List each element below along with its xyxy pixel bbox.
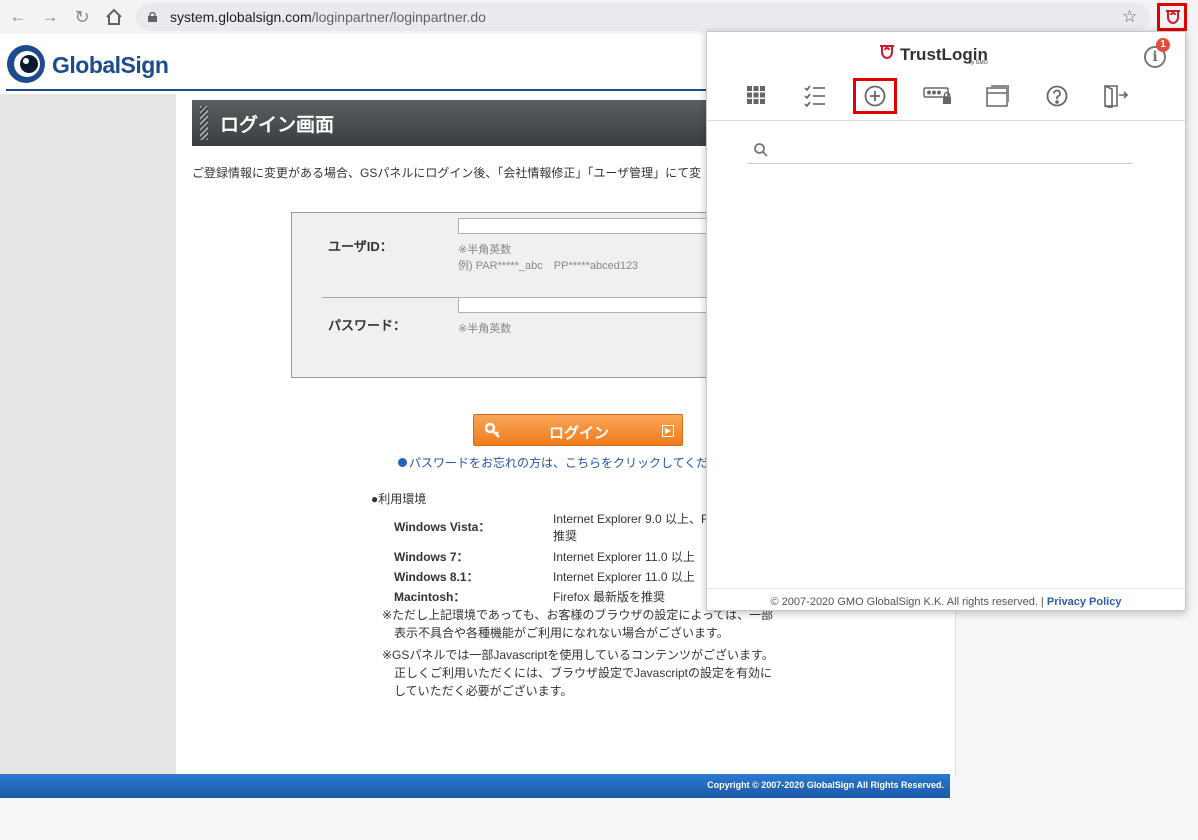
left-sidebar	[0, 94, 176, 776]
arrow-right-icon: ▶	[662, 425, 674, 437]
user-id-example: 例) PAR*****_abc PP*****abced123	[458, 260, 639, 272]
user-id-hint: ※半角英数	[458, 244, 512, 256]
popup-footer-copyright: © 2007-2020 GMO GlobalSign K.K. All righ…	[770, 596, 1047, 608]
apps-grid-icon[interactable]	[735, 78, 779, 114]
env-browser-win7: Internet Explorer 11.0 以上	[553, 550, 695, 564]
login-button-label: ログイン	[548, 425, 609, 442]
reload-icon[interactable]: ↻	[70, 5, 94, 29]
env-os-win7: Windows 7：	[394, 550, 469, 564]
page-title: ログイン画面	[220, 115, 335, 136]
address-bar[interactable]: system.globalsign.com/loginpartner/login…	[136, 3, 1150, 31]
title-bar: ログイン画面	[192, 100, 712, 146]
env-browser-mac: Firefox 最新版を推奨	[553, 590, 666, 604]
window-icon[interactable]	[975, 78, 1019, 114]
back-arrow-icon[interactable]: ←	[6, 5, 30, 29]
search-icon	[754, 143, 768, 157]
trustlogin-logo-icon	[880, 45, 894, 59]
env-browser-win81: Internet Explorer 11.0 以上	[553, 570, 695, 584]
trustlogin-shield-icon	[1166, 10, 1180, 24]
env-browser-vista-2: 推奨	[553, 529, 578, 543]
popup-footer-divider	[707, 588, 1185, 589]
add-circle-icon[interactable]	[853, 78, 897, 114]
env-os-vista: Windows Vista：	[394, 520, 491, 534]
forgot-password-text: パスワードをお忘れの方は、こちらをクリックしてくだ	[409, 456, 709, 470]
help-icon[interactable]	[1035, 78, 1079, 114]
notification-badge: 1	[1156, 38, 1170, 52]
env-note-2a: ※GSパネルでは一部Javascriptを使用しているコンテンツがございます。	[382, 648, 774, 662]
search-box	[747, 138, 1133, 164]
user-id-input[interactable]	[458, 218, 712, 234]
privacy-policy-link[interactable]: Privacy Policy	[1047, 596, 1122, 608]
lock-icon	[148, 12, 157, 22]
login-button[interactable]: ログイン ▶	[473, 414, 683, 446]
footer-copyright: Copyright © 2007-2020 GlobalSign All Rig…	[707, 780, 944, 790]
password-hint: ※半角英数	[458, 323, 512, 335]
password-input[interactable]	[458, 297, 712, 313]
search-input[interactable]	[775, 140, 1125, 160]
link-bullet-icon	[398, 458, 407, 467]
password-card-icon[interactable]	[913, 78, 957, 114]
url-path: /loginpartner/loginpartner.do	[311, 9, 486, 25]
title-stripe	[200, 106, 208, 140]
forgot-password-link[interactable]: パスワードをお忘れの方は、こちらをクリックしてくだ	[398, 454, 708, 471]
browser-toolbar: ← → ↻ system.globalsign.com/loginpartner…	[0, 0, 1198, 34]
env-os-win81: Windows 8.1：	[394, 570, 479, 584]
env-title: ●利用環境	[371, 492, 427, 506]
forward-arrow-icon[interactable]: →	[38, 5, 62, 29]
trustlogin-popup: TrustLogin by GMO i 1 © 2007-2020 GMO Gl…	[706, 31, 1186, 611]
env-note-2c: していただく必要がございます。	[382, 684, 573, 698]
env-note-2b: 正しくご利用いただくには、ブラウザ設定でJavascriptの設定を有効に	[382, 666, 773, 680]
env-note-1b: 表示不具合や各種機能がご利用になれない場合がございます。	[382, 626, 729, 640]
popup-divider	[707, 120, 1185, 121]
notice-text: ご登録情報に変更がある場合、GSパネルにログイン後、「会社情報修正」「ユーザ管理…	[192, 166, 702, 180]
url-text[interactable]: system.globalsign.com/loginpartner/login…	[170, 9, 486, 25]
home-icon[interactable]	[102, 5, 126, 29]
trustlogin-brand-sub: by GMO	[969, 60, 988, 66]
site-footer: Copyright © 2007-2020 GlobalSign All Rig…	[0, 774, 950, 798]
logo-text: GlobalSign	[52, 52, 169, 78]
popup-footer: © 2007-2020 GMO GlobalSign K.K. All righ…	[707, 596, 1185, 608]
trustlogin-extension-button[interactable]	[1157, 3, 1187, 31]
bookmark-star-icon[interactable]: ☆	[1122, 5, 1137, 29]
login-form: ユーザID： ※半角英数 例) PAR*****_abc PP*****abce…	[291, 212, 712, 378]
globalsign-logo-icon	[7, 45, 45, 83]
env-os-mac: Macintosh：	[394, 590, 466, 604]
env-browser-vista: Internet Explorer 9.0 以上、F	[553, 512, 709, 526]
user-id-label: ユーザID：	[328, 239, 393, 254]
password-label: パスワード：	[328, 318, 407, 333]
url-host: system.globalsign.com	[170, 9, 312, 25]
logout-icon[interactable]	[1093, 78, 1137, 114]
checklist-icon[interactable]	[793, 78, 837, 114]
